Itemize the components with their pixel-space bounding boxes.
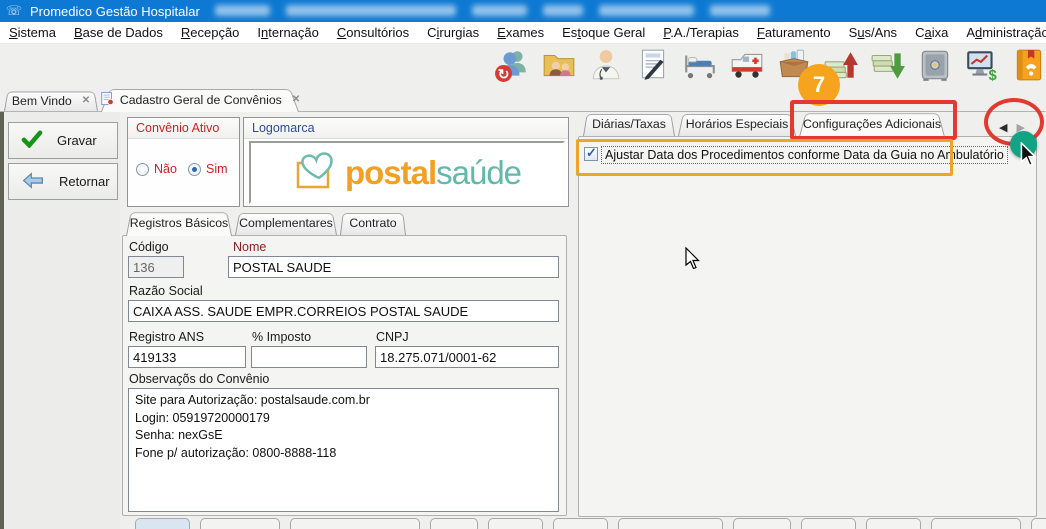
contract-icon[interactable] bbox=[635, 47, 671, 83]
redacted-version-info bbox=[215, 5, 770, 16]
configuracoes-adicionais-page bbox=[578, 136, 1037, 517]
codigo-label: Código bbox=[129, 240, 169, 254]
bottom-tab-stub[interactable] bbox=[488, 518, 543, 529]
groupbox-title: Logomarca bbox=[244, 118, 568, 139]
registro-ans-label: Registro ANS bbox=[129, 330, 205, 344]
promedico-window: ☏ Promedico Gestão Hospitalar Sistema Bas… bbox=[0, 0, 1046, 529]
bottom-tab-stub[interactable] bbox=[866, 518, 921, 529]
cnpj-label: CNPJ bbox=[376, 330, 409, 344]
window-title: Promedico Gestão Hospitalar bbox=[30, 3, 200, 19]
imposto-label: % Imposto bbox=[252, 330, 312, 344]
menu-bar: Sistema Base de Dados Recepção Internação Co… bbox=[0, 22, 1046, 44]
toolbar-icons: ↻ $ bbox=[494, 47, 1046, 84]
bottom-tab-stub[interactable] bbox=[618, 518, 723, 529]
observacoes-label: Observaçõs do Convênio bbox=[129, 372, 270, 386]
save-button[interactable]: Gravar bbox=[8, 122, 118, 159]
groupbox-title: Convênio Ativo bbox=[128, 118, 239, 139]
document-icon bbox=[100, 91, 114, 109]
tab-complementares[interactable]: Complementares bbox=[235, 211, 337, 235]
menu-item-estoque-geral[interactable]: Estoque Geral bbox=[553, 23, 654, 42]
bottom-record-tabs bbox=[135, 518, 1046, 529]
tab-cadastro-geral-convenios[interactable]: Cadastro Geral de Convênios ✕ bbox=[100, 87, 300, 112]
logomarca-groupbox: Logomarca postalsaúde bbox=[243, 117, 569, 207]
nome-label: Nome bbox=[233, 240, 267, 254]
nome-field[interactable] bbox=[228, 256, 559, 278]
radio-icon[interactable] bbox=[188, 162, 201, 176]
mouse-cursor-click bbox=[1020, 142, 1037, 167]
svg-text:$: $ bbox=[988, 68, 997, 83]
app-icon: ☏ bbox=[5, 3, 23, 18]
menu-item-base-de-dados[interactable]: Base de Dados bbox=[65, 23, 172, 42]
bottom-tab-stub[interactable] bbox=[135, 518, 190, 529]
close-tab-icon[interactable]: ✕ bbox=[292, 94, 300, 105]
tab-diarias-taxas[interactable]: Diárias/Taxas bbox=[583, 112, 675, 136]
brand-postal: postal bbox=[344, 154, 437, 191]
codigo-field bbox=[128, 256, 184, 278]
bottom-tab-stub[interactable] bbox=[290, 518, 420, 529]
patients-folder-icon[interactable] bbox=[541, 47, 577, 83]
tab-contrato[interactable]: Contrato bbox=[340, 211, 406, 235]
hospital-bed-icon[interactable] bbox=[682, 47, 718, 83]
menu-item-exames[interactable]: Exames bbox=[488, 23, 553, 42]
safe-icon[interactable] bbox=[917, 47, 953, 83]
mouse-cursor bbox=[685, 247, 700, 270]
menu-item-caixa[interactable]: Caixa bbox=[906, 23, 957, 42]
bottom-tab-stub[interactable] bbox=[801, 518, 856, 529]
radio-icon[interactable] bbox=[136, 162, 149, 176]
bottom-tab-stub[interactable] bbox=[1031, 518, 1046, 529]
logo-image: postalsaúde bbox=[249, 141, 565, 204]
bottom-tab-stub[interactable] bbox=[931, 518, 1021, 529]
phonebook-icon[interactable] bbox=[1011, 47, 1046, 83]
tab-horarios-especiais[interactable]: Horários Especiais bbox=[678, 112, 796, 136]
bottom-tab-stub[interactable] bbox=[430, 518, 478, 529]
orange-highlight-annotation bbox=[576, 139, 953, 176]
arrow-left-icon bbox=[21, 171, 45, 192]
observacoes-field[interactable]: Site para Autorização: postalsaude.com.b… bbox=[128, 388, 559, 512]
menu-item-consult-rios[interactable]: Consultórios bbox=[328, 23, 418, 42]
ambulance-icon[interactable] bbox=[729, 47, 765, 83]
form-tabs: Registros Básicos Complementares Contrat… bbox=[126, 210, 406, 236]
convenio-ativo-groupbox: Convênio Ativo Não Sim bbox=[127, 117, 240, 207]
imposto-field[interactable] bbox=[251, 346, 367, 368]
red-highlight-annotation bbox=[790, 100, 957, 140]
check-icon bbox=[21, 130, 43, 151]
return-button[interactable]: Retornar bbox=[8, 163, 118, 200]
menu-item-faturamento[interactable]: Faturamento bbox=[748, 23, 840, 42]
menu-item-sus-ans[interactable]: Sus/Ans bbox=[840, 23, 906, 42]
finance-monitor-icon[interactable]: $ bbox=[964, 47, 1000, 84]
menu-item-interna-o[interactable]: Internação bbox=[248, 23, 327, 42]
menu-item-p-a-terapias[interactable]: P.A./Terapias bbox=[654, 23, 748, 42]
menu-item-recep-o[interactable]: Recepção bbox=[172, 23, 249, 42]
close-tab-icon[interactable]: ✕ bbox=[82, 95, 90, 106]
users-sync-icon[interactable]: ↻ bbox=[494, 47, 530, 83]
envelope-heart-icon bbox=[293, 147, 341, 198]
bottom-tab-stub[interactable] bbox=[733, 518, 791, 529]
bottom-tab-stub[interactable] bbox=[553, 518, 608, 529]
menu-item-administra-o[interactable]: Administração bbox=[957, 23, 1046, 42]
bottom-tab-stub[interactable] bbox=[200, 518, 280, 529]
money-down-icon[interactable] bbox=[870, 47, 906, 83]
brand-saude: saúde bbox=[436, 154, 522, 191]
cnpj-field[interactable] bbox=[375, 346, 559, 368]
radio-sim[interactable]: Sim bbox=[188, 162, 228, 176]
razao-social-label: Razão Social bbox=[129, 284, 203, 298]
menu-item-cirurgias[interactable]: Cirurgias bbox=[418, 23, 488, 42]
registro-ans-field[interactable] bbox=[128, 346, 246, 368]
menu-item-sistema[interactable]: Sistema bbox=[0, 23, 65, 42]
svg-text:↻: ↻ bbox=[498, 67, 510, 82]
page-tabs: Bem Vindo ✕ Cadastro Geral de Convênios … bbox=[4, 87, 300, 112]
tab-bem-vindo[interactable]: Bem Vindo ✕ bbox=[4, 90, 98, 111]
radio-nao[interactable]: Não bbox=[136, 162, 177, 176]
razao-social-field[interactable] bbox=[128, 300, 559, 322]
doctor-icon[interactable] bbox=[588, 47, 624, 83]
tab-registros-basicos[interactable]: Registros Básicos bbox=[126, 210, 232, 236]
